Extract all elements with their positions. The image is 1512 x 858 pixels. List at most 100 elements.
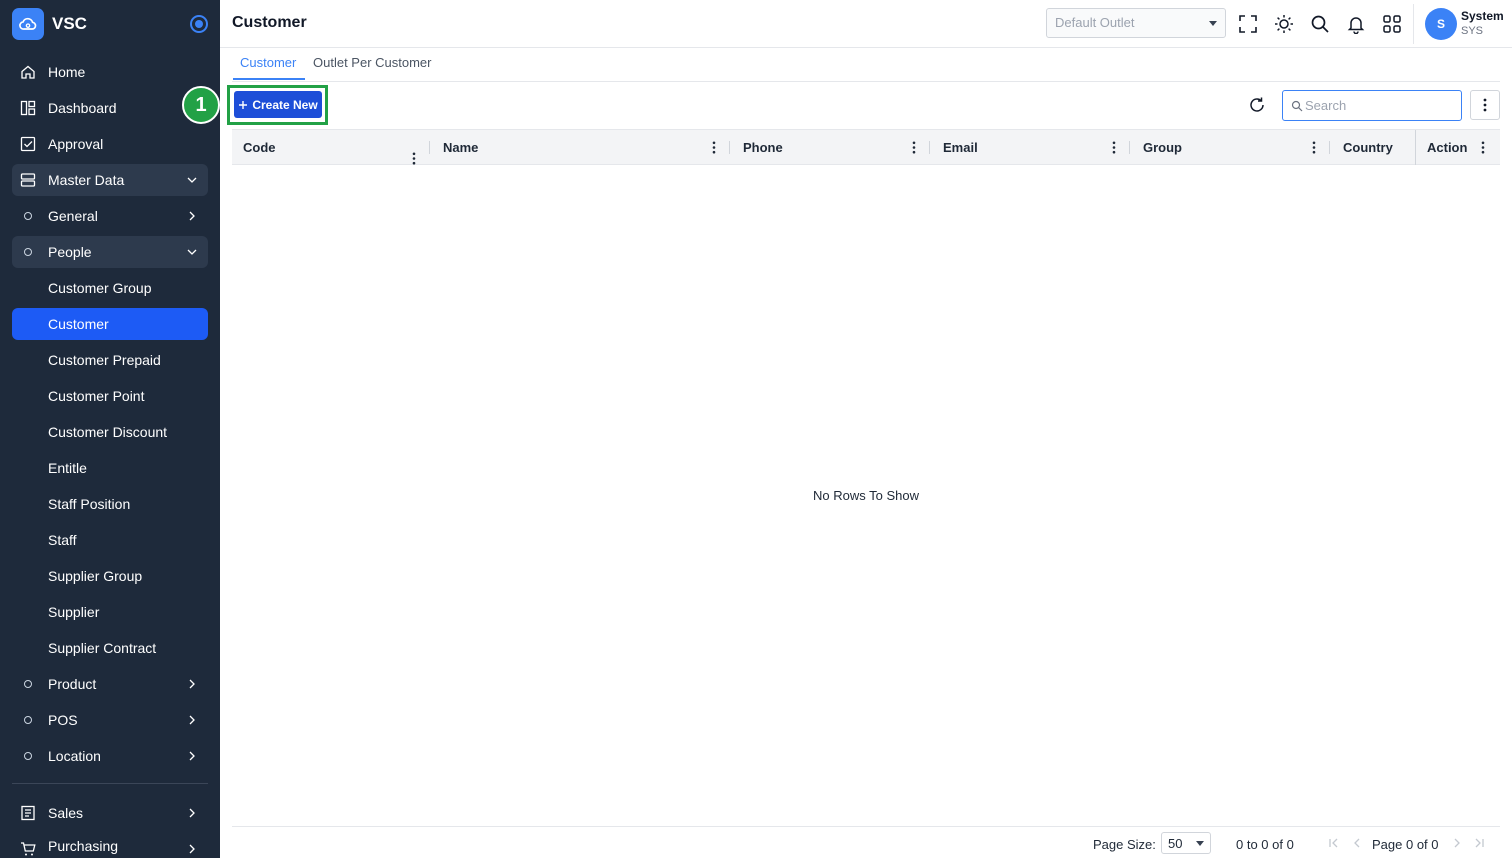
sidebar-item-pos[interactable]: POS [12, 704, 208, 736]
column-divider [929, 141, 930, 154]
chevron-right-icon [189, 808, 195, 818]
first-page-icon[interactable] [1328, 837, 1340, 849]
fullscreen-icon[interactable] [1238, 14, 1258, 34]
column-menu-icon[interactable] [712, 141, 716, 154]
sidebar-item-label: Customer Prepaid [48, 352, 161, 368]
chevron-down-icon [187, 177, 197, 183]
column-header-country[interactable]: Country [1343, 130, 1393, 165]
sidebar-item-product[interactable]: Product [12, 668, 208, 700]
sidebar-item-customer-group[interactable]: Customer Group [12, 272, 208, 304]
bullet-icon [24, 752, 32, 760]
theme-sun-icon[interactable] [1274, 14, 1294, 34]
avatar[interactable]: S [1425, 8, 1457, 40]
create-new-button[interactable]: Create New [234, 91, 322, 118]
sidebar-item-label: Customer [48, 316, 109, 332]
column-divider [729, 141, 730, 154]
more-options-button[interactable] [1470, 90, 1500, 120]
sidebar-item-label: Approval [48, 136, 104, 152]
search-icon [1291, 100, 1303, 112]
sidebar-item-supplier-group[interactable]: Supplier Group [12, 560, 208, 592]
column-label: Name [443, 140, 479, 155]
sidebar-item-supplier-contract[interactable]: Supplier Contract [12, 632, 208, 664]
brand: VSC [12, 8, 208, 40]
sidebar-item-master-data[interactable]: Master Data [12, 164, 208, 196]
sidebar-item-home[interactable]: Home [12, 56, 208, 88]
caret-down-icon [1196, 841, 1204, 846]
page-size-select[interactable]: 50 [1161, 832, 1211, 854]
column-header-email[interactable]: Email [943, 130, 978, 165]
last-page-icon[interactable] [1473, 837, 1485, 849]
column-menu-icon[interactable] [912, 141, 916, 154]
tab-customer[interactable]: Customer [240, 55, 296, 70]
column-header-action[interactable]: Action [1415, 130, 1500, 165]
sidebar-item-label: Supplier Contract [48, 640, 157, 656]
column-header-phone[interactable]: Phone [743, 130, 783, 165]
sidebar-item-customer-prepaid[interactable]: Customer Prepaid [12, 344, 208, 376]
next-page-icon[interactable] [1451, 837, 1463, 849]
sidebar-item-supplier[interactable]: Supplier [12, 596, 208, 628]
sidebar-item-label: Purchasing [48, 837, 119, 854]
row-range-text: 0 to 0 of 0 [1236, 837, 1294, 852]
column-menu-icon[interactable] [1312, 141, 1316, 154]
bell-icon[interactable] [1346, 14, 1366, 34]
sidebar-item-people[interactable]: People [12, 236, 208, 268]
sidebar-divider [12, 783, 208, 784]
sidebar-item-label: POS [48, 712, 78, 728]
sidebar-item-dashboard[interactable]: Dashboard [12, 92, 208, 124]
user-name: System [1461, 9, 1504, 23]
bullet-icon [24, 212, 32, 220]
column-menu-icon[interactable] [1112, 141, 1116, 154]
chevron-right-icon [189, 751, 195, 761]
column-header-group[interactable]: Group [1143, 130, 1182, 165]
sidebar-item-staff-position[interactable]: Staff Position [12, 488, 208, 520]
page-title: Customer [232, 14, 307, 31]
bullet-icon [24, 716, 32, 724]
sidebar-item-location[interactable]: Location [12, 740, 208, 772]
sidebar-item-customer-discount[interactable]: Customer Discount [12, 416, 208, 448]
step-badge: 1 [182, 86, 220, 124]
sidebar-item-general[interactable]: General [12, 200, 208, 232]
kebab-menu-icon [1483, 98, 1487, 112]
plus-icon [239, 100, 248, 109]
column-label: Action [1427, 140, 1468, 155]
sidebar-toggle-icon[interactable] [190, 15, 208, 33]
home-icon [21, 65, 35, 79]
refresh-icon[interactable] [1248, 96, 1266, 114]
sidebar-item-staff[interactable]: Staff [12, 524, 208, 556]
chevron-down-icon [187, 249, 197, 255]
search-input[interactable] [1305, 95, 1455, 116]
tab-outlet-per-customer[interactable]: Outlet Per Customer [313, 55, 432, 70]
column-label: Group [1143, 140, 1182, 155]
column-menu-icon[interactable] [412, 141, 416, 176]
column-divider [1329, 141, 1330, 154]
search-field[interactable] [1282, 90, 1462, 121]
sidebar-item-entitle[interactable]: Entitle [12, 452, 208, 484]
chevron-right-icon [189, 844, 195, 854]
cart-icon [21, 842, 36, 856]
sidebar-item-approval[interactable]: Approval [12, 128, 208, 160]
sidebar-item-label: Dashboard [48, 100, 117, 116]
sidebar-item-label: Supplier [48, 604, 100, 620]
sidebar-item-label: Product [48, 676, 97, 692]
grid-header: Code Name Phone Email Group Country Acti… [232, 129, 1500, 165]
search-icon[interactable] [1310, 14, 1330, 34]
sidebar-item-label: Home [48, 64, 86, 80]
sidebar-item-sales[interactable]: Sales [12, 797, 208, 829]
sidebar-item-customer[interactable]: Customer [12, 308, 208, 340]
previous-page-icon[interactable] [1351, 837, 1363, 849]
sidebar: VSC Home Dashboard Approval Master Data … [0, 0, 220, 858]
header-divider [1413, 4, 1414, 44]
app-name: VSC [52, 14, 87, 33]
apps-grid-icon[interactable] [1382, 14, 1402, 34]
column-header-name[interactable]: Name [443, 130, 478, 165]
column-menu-icon[interactable] [1481, 141, 1485, 154]
sidebar-item-label: Supplier Group [48, 568, 143, 584]
sidebar-item-label: People [48, 244, 92, 260]
sidebar-item-label: Customer Discount [48, 424, 168, 440]
sidebar-item-customer-point[interactable]: Customer Point [12, 380, 208, 412]
sidebar-item-purchasing[interactable]: Purchasing [12, 833, 208, 858]
sidebar-item-label: Sales [48, 805, 84, 821]
column-header-code[interactable]: Code [243, 130, 276, 165]
dashboard-icon [20, 100, 36, 116]
outlet-select[interactable]: Default Outlet [1046, 8, 1226, 38]
